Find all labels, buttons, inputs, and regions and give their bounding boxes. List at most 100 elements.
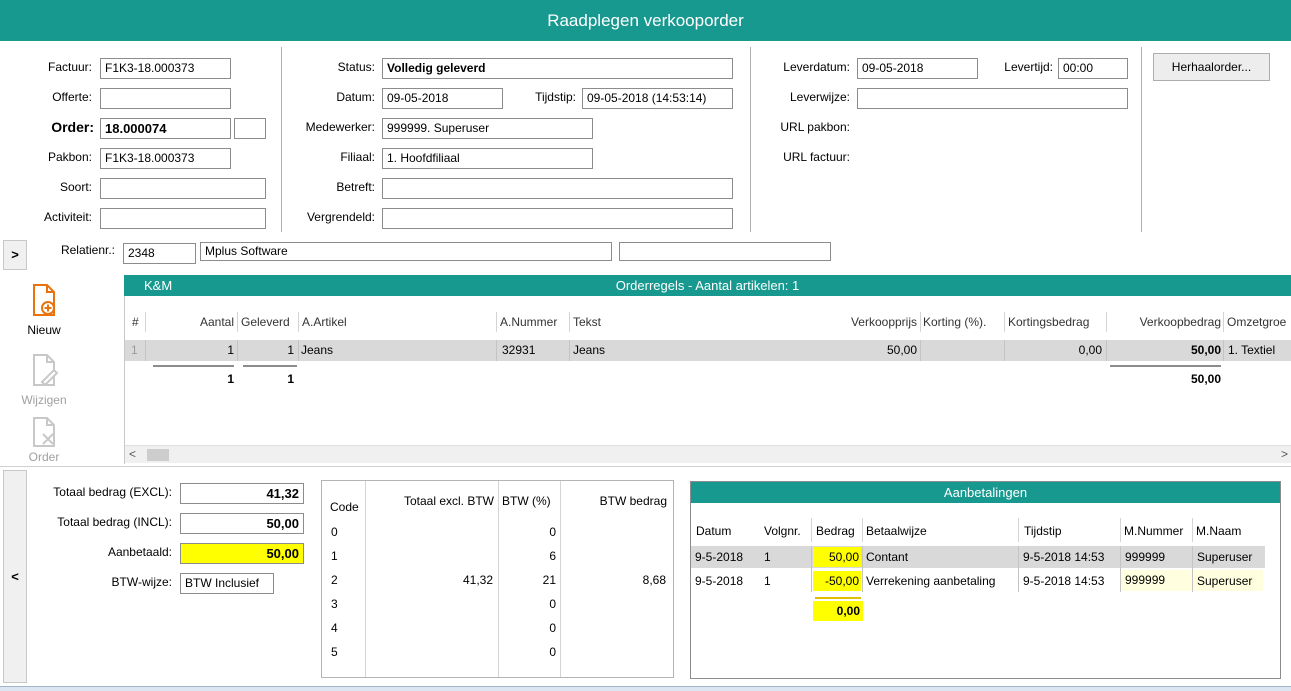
col-sep [1106, 340, 1107, 361]
btw-pct: 0 [549, 525, 556, 539]
aanb-col-betaalwijze[interactable]: Betaalwijze [866, 521, 927, 541]
scroll-left-icon[interactable]: < [129, 447, 136, 461]
col-sep [1120, 546, 1121, 592]
btw-wijze-field[interactable]: BTW Inclusief [180, 573, 274, 594]
aanb-total: 0,00 [813, 601, 863, 621]
col-sep [811, 518, 812, 542]
order-annuleren-label: Order annuleren [28, 450, 60, 461]
col-sep [862, 518, 863, 542]
aanb-bedrag: -50,00 [813, 571, 861, 591]
medewerker-label: Medewerker: [305, 120, 375, 134]
row-aantal: 1 [227, 343, 234, 357]
aanb-col-mnaam[interactable]: M.Naam [1196, 521, 1241, 541]
leverdatum-field[interactable]: 09-05-2018 [857, 58, 978, 79]
order-field[interactable]: 18.000074 [100, 118, 231, 139]
totaal-incl-label: Totaal bedrag (INCL): [57, 515, 172, 529]
aanb-col-datum[interactable]: Datum [696, 521, 731, 541]
col-header-korting[interactable]: Korting (%). [923, 312, 986, 332]
nieuw-button[interactable]: Nieuw [14, 282, 74, 337]
col-header-geleverd[interactable]: Geleverd [241, 312, 290, 332]
levertijd-label: Levertijd: [1004, 60, 1053, 74]
table-row[interactable]: 9-5-2018 1 50,00 Contant 9-5-2018 14:53 … [691, 546, 1265, 568]
btw-col-excl[interactable]: Totaal excl. BTW [370, 491, 494, 511]
aanb-tijdstip: 9-5-2018 14:53 [1023, 550, 1105, 564]
filiaal-field[interactable]: 1. Hoofdfiliaal [382, 148, 593, 169]
btw-col-bedrag[interactable]: BTW bedrag [565, 491, 667, 511]
col-header-kortingsbedrag[interactable]: Kortingsbedrag [1008, 312, 1089, 332]
new-document-icon [33, 284, 55, 316]
wijzigen-button[interactable]: Wijzigen [14, 352, 74, 407]
col-header-tekst[interactable]: Tekst [573, 312, 601, 332]
datum-label: Datum: [336, 90, 375, 104]
activiteit-field[interactable] [100, 208, 266, 229]
pakbon-field[interactable]: F1K3-18.000373 [100, 148, 231, 169]
tijdstip-field[interactable]: 09-05-2018 (14:53:14) [582, 88, 733, 109]
aanb-col-volgnr[interactable]: Volgnr. [764, 521, 801, 541]
leverdatum-label: Leverdatum: [783, 60, 850, 74]
row-nr: 1 [131, 343, 138, 357]
table-row[interactable]: 9-5-2018 1 -50,00 Verrekening aanbetalin… [691, 570, 1265, 592]
total-underline [815, 597, 861, 599]
herhaalorder-button[interactable]: Herhaalorder... [1153, 53, 1270, 81]
order-annuleren-button[interactable]: Order annuleren [4, 415, 84, 461]
offerte-field[interactable] [100, 88, 231, 109]
vergrendeld-label: Vergrendeld: [306, 210, 375, 224]
totaal-excl-field: 41,32 [180, 483, 304, 504]
aanb-betaalwijze: Verrekening aanbetaling [866, 574, 996, 588]
col-sep [1192, 518, 1193, 542]
col-header-nr[interactable]: # [132, 312, 139, 332]
aanb-mnaam: Superuser [1197, 550, 1253, 564]
factuur-field[interactable]: F1K3-18.000373 [100, 58, 231, 79]
scroll-thumb[interactable] [147, 449, 169, 461]
btw-col-code[interactable]: Code [330, 497, 359, 517]
aanb-col-bedrag[interactable]: Bedrag [816, 521, 855, 541]
col-header-omzetgroep[interactable]: Omzetgroe [1227, 312, 1291, 332]
col-sep [1223, 312, 1224, 332]
aanb-bedrag: 50,00 [813, 547, 861, 567]
aanbetaald-field: 50,00 [180, 543, 304, 564]
url-pakbon-label: URL pakbon: [780, 120, 850, 134]
btw-code: 4 [331, 621, 338, 635]
aanb-datum: 9-5-2018 [695, 574, 744, 588]
levertijd-field[interactable]: 00:00 [1058, 58, 1128, 79]
col-sep [1018, 546, 1019, 592]
col-header-aantal[interactable]: Aantal [150, 312, 234, 332]
scroll-right-icon[interactable]: > [1281, 447, 1288, 461]
vergrendeld-field[interactable] [382, 208, 733, 229]
url-factuur-label: URL factuur: [783, 150, 850, 164]
btw-code: 0 [331, 525, 338, 539]
leverwijze-field[interactable] [857, 88, 1128, 109]
col-header-verkoopbedrag[interactable]: Verkoopbedrag [1110, 312, 1221, 332]
expand-relatie-button[interactable]: > [3, 240, 27, 270]
btw-row: 5 0 [322, 642, 673, 662]
aanbetaald-label: Aanbetaald: [107, 545, 172, 559]
betreft-field[interactable] [382, 178, 733, 199]
datum-field[interactable]: 09-05-2018 [382, 88, 503, 109]
col-header-artikel[interactable]: A.Artikel [302, 312, 347, 332]
horizontal-scrollbar[interactable]: < > [125, 445, 1291, 463]
total-verkoopbedrag: 50,00 [1190, 372, 1221, 386]
col-sep [145, 340, 146, 361]
order-suffix-field[interactable] [234, 118, 266, 139]
relatienr-field[interactable]: 2348 [123, 243, 196, 264]
medewerker-field[interactable]: 999999. Superuser [382, 118, 593, 139]
col-sep [496, 340, 497, 361]
orderregels-header: K&M Orderregels - Aantal artikelen: 1 [124, 275, 1291, 296]
btw-code: 2 [331, 573, 338, 587]
btw-excl: 41,32 [462, 573, 493, 587]
section-divider [0, 466, 1291, 467]
btw-col-pct[interactable]: BTW (%) [502, 491, 551, 511]
col-sep [145, 312, 146, 332]
row-tekst: Jeans [573, 343, 606, 357]
aanb-col-mnummer[interactable]: M.Nummer [1124, 521, 1183, 541]
aanb-col-tijdstip[interactable]: Tijdstip [1024, 521, 1062, 541]
collapse-totals-button[interactable]: < [3, 470, 27, 683]
col-header-verkoopprijs[interactable]: Verkoopprijs [820, 312, 917, 332]
filiaal-label: Filiaal: [340, 150, 375, 164]
row-verkoopbedrag: 50,00 [1190, 343, 1221, 357]
orderregels-title: Orderregels - Aantal artikelen: 1 [615, 278, 800, 293]
table-row[interactable]: 1 1 1 Jeans 32931 Jeans 50,00 0,00 50,00… [125, 340, 1291, 361]
soort-field[interactable] [100, 178, 266, 199]
col-header-nummer[interactable]: A.Nummer [500, 312, 557, 332]
nieuw-label: Nieuw [27, 323, 61, 337]
